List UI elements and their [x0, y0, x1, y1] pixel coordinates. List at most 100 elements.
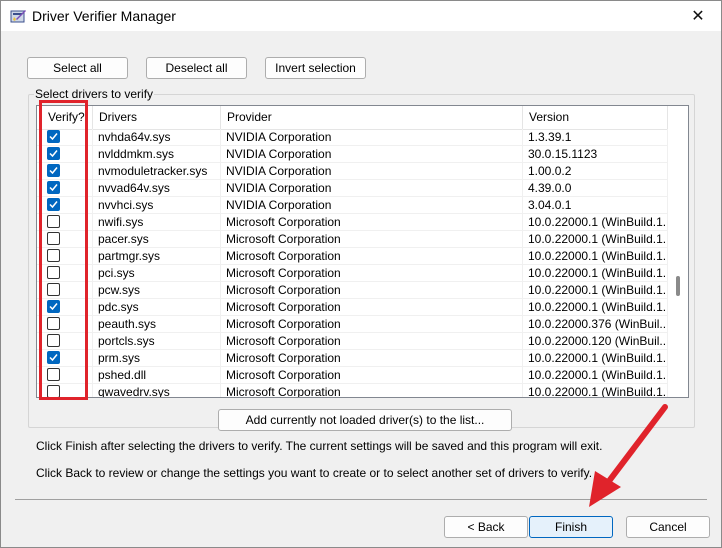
driver-name-cell: prm.sys [93, 350, 221, 367]
driver-name-cell: pcw.sys [93, 282, 221, 299]
driver-row[interactable]: pacer.sys Microsoft Corporation 10.0.22000… [37, 231, 668, 248]
verify-cell [37, 282, 93, 299]
version-cell: 10.0.22000.1 (WinBuild.1... [523, 265, 668, 282]
version-cell: 10.0.22000.1 (WinBuild.1... [523, 350, 668, 367]
invert-selection-button[interactable]: Invert selection [265, 57, 366, 79]
column-drivers[interactable]: Drivers [93, 106, 221, 129]
verify-cell [37, 180, 93, 197]
driver-row[interactable]: prm.sys Microsoft Corporation 10.0.22000.1… [37, 350, 668, 367]
finish-button[interactable]: Finish [529, 516, 613, 538]
verify-checkbox[interactable] [47, 368, 60, 381]
driver-name-cell: portcls.sys [93, 333, 221, 350]
column-version[interactable]: Version [523, 106, 668, 129]
provider-cell: NVIDIA Corporation [221, 197, 523, 214]
column-provider[interactable]: Provider [221, 106, 523, 129]
provider-cell: Microsoft Corporation [221, 333, 523, 350]
provider-cell: NVIDIA Corporation [221, 180, 523, 197]
scrollbar-thumb[interactable] [676, 276, 680, 296]
driver-name-cell: pci.sys [93, 265, 221, 282]
verify-checkbox[interactable] [47, 334, 60, 347]
driver-row[interactable]: portcls.sys Microsoft Corporation 10.0.220… [37, 333, 668, 350]
version-cell: 10.0.22000.1 (WinBuild.1... [523, 282, 668, 299]
provider-cell: Microsoft Corporation [221, 367, 523, 384]
verify-checkbox[interactable] [47, 249, 60, 262]
verify-cell [37, 231, 93, 248]
verify-cell [37, 214, 93, 231]
window-title: Driver Verifier Manager [32, 8, 176, 24]
checkmark-icon [49, 184, 58, 192]
driver-row[interactable]: pdc.sys Microsoft Corporation 10.0.22000.1… [37, 299, 668, 316]
driver-name-cell: pdc.sys [93, 299, 221, 316]
verify-checkbox[interactable] [47, 317, 60, 330]
add-not-loaded-drivers-button[interactable]: Add currently not loaded driver(s) to th… [218, 409, 512, 431]
driver-row[interactable]: pci.sys Microsoft Corporation 10.0.22000.1… [37, 265, 668, 282]
verify-checkbox[interactable] [47, 385, 60, 397]
provider-cell: NVIDIA Corporation [221, 146, 523, 163]
verify-cell [37, 316, 93, 333]
driver-name-cell: partmgr.sys [93, 248, 221, 265]
title-bar: Driver Verifier Manager ✕ [1, 1, 721, 31]
verify-checkbox[interactable] [47, 147, 60, 160]
verify-cell [37, 350, 93, 367]
verify-checkbox[interactable] [47, 283, 60, 296]
version-cell: 10.0.22000.1 (WinBuild.1... [523, 231, 668, 248]
verify-cell [37, 163, 93, 180]
version-cell: 4.39.0.0 [523, 180, 668, 197]
version-cell: 10.0.22000.1 (WinBuild.1... [523, 248, 668, 265]
vertical-scrollbar[interactable] [668, 106, 688, 397]
driver-row[interactable]: nvlddmkm.sys NVIDIA Corporation 30.0.15.11… [37, 146, 668, 163]
verify-checkbox[interactable] [47, 164, 60, 177]
driver-row[interactable]: partmgr.sys Microsoft Corporation 10.0.220… [37, 248, 668, 265]
drivers-list[interactable]: Verify? Drivers Provider Version nvhda64… [36, 105, 689, 398]
version-cell: 10.0.22000.120 (WinBuil... [523, 333, 668, 350]
driver-name-cell: nvvhci.sys [93, 197, 221, 214]
checkmark-icon [49, 303, 58, 311]
verify-checkbox[interactable] [47, 266, 60, 279]
driver-row[interactable]: nvmoduletracker.sys NVIDIA Corporation 1.0… [37, 163, 668, 180]
verify-checkbox[interactable] [47, 351, 60, 364]
version-cell: 1.3.39.1 [523, 129, 668, 146]
checkmark-icon [49, 133, 58, 141]
drivers-list-header: Verify? Drivers Provider Version [37, 106, 668, 130]
close-icon: ✕ [691, 8, 705, 25]
driver-row[interactable]: qwavedrv.sys Microsoft Corporation 10.0.22… [37, 384, 668, 397]
driver-name-cell: nvvad64v.sys [93, 180, 221, 197]
driver-row[interactable]: nvvhci.sys NVIDIA Corporation 3.04.0.1 [37, 197, 668, 214]
verify-cell [37, 129, 93, 146]
drivers-list-rows: nvhda64v.sys NVIDIA Corporation 1.3.39.1 nv… [37, 129, 668, 397]
driver-row[interactable]: nwifi.sys Microsoft Corporation 10.0.22000… [37, 214, 668, 231]
verify-checkbox[interactable] [47, 232, 60, 245]
version-cell: 10.0.22000.1 (WinBuild.1... [523, 384, 668, 397]
driver-row[interactable]: pcw.sys Microsoft Corporation 10.0.22000.1… [37, 282, 668, 299]
verify-checkbox[interactable] [47, 300, 60, 313]
provider-cell: Microsoft Corporation [221, 384, 523, 397]
verify-checkbox[interactable] [47, 198, 60, 211]
footer-separator [15, 499, 707, 500]
back-button[interactable]: < Back [444, 516, 528, 538]
version-cell: 1.00.0.2 [523, 163, 668, 180]
driver-verifier-icon [10, 8, 27, 24]
verify-checkbox[interactable] [47, 215, 60, 228]
close-button[interactable]: ✕ [675, 1, 721, 31]
driver-row[interactable]: peauth.sys Microsoft Corporation 10.0.2200… [37, 316, 668, 333]
driver-row[interactable]: pshed.dll Microsoft Corporation 10.0.22000… [37, 367, 668, 384]
verify-checkbox[interactable] [47, 181, 60, 194]
verify-cell [37, 265, 93, 282]
column-verify[interactable]: Verify? [37, 106, 93, 129]
select-all-button[interactable]: Select all [27, 57, 128, 79]
driver-row[interactable]: nvhda64v.sys NVIDIA Corporation 1.3.39.1 [37, 129, 668, 146]
provider-cell: Microsoft Corporation [221, 248, 523, 265]
driver-row[interactable]: nvvad64v.sys NVIDIA Corporation 4.39.0.0 [37, 180, 668, 197]
version-cell: 30.0.15.1123 [523, 146, 668, 163]
checkmark-icon [49, 150, 58, 158]
provider-cell: Microsoft Corporation [221, 299, 523, 316]
deselect-all-button[interactable]: Deselect all [146, 57, 247, 79]
verify-cell [37, 384, 93, 397]
provider-cell: NVIDIA Corporation [221, 129, 523, 146]
provider-cell: Microsoft Corporation [221, 282, 523, 299]
verify-cell [37, 197, 93, 214]
verify-checkbox[interactable] [47, 130, 60, 143]
cancel-button[interactable]: Cancel [626, 516, 710, 538]
checkmark-icon [49, 354, 58, 362]
verify-cell [37, 146, 93, 163]
